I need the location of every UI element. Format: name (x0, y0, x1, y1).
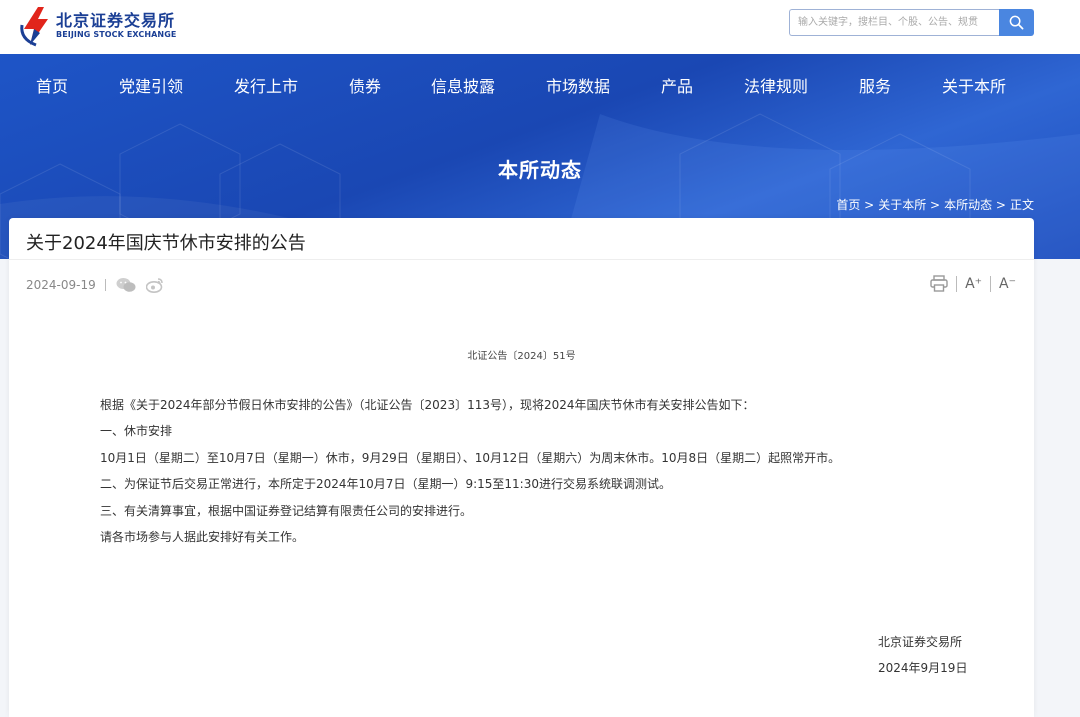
article-paragraph: 请各市场参与人据此安排好有关工作。 (100, 530, 305, 544)
article-paragraph: 10月1日（星期二）至10月7日（星期一）休市，9月29日（星期日）、10月12… (100, 451, 841, 465)
article-title: 关于2024年国庆节休市安排的公告 (26, 233, 306, 254)
article-paragraph: 二、为保证节后交易正常进行，本所定于2024年10月7日（星期一）9:15至11… (100, 477, 671, 491)
breadcrumb-current: 正文 (1009, 198, 1034, 212)
nav-item-bonds[interactable]: 债券 (349, 73, 381, 97)
font-decrease-button[interactable]: A⁻ (999, 276, 1016, 292)
nav-item-about[interactable]: 关于本所 (942, 73, 1006, 97)
signature-date: 2024年9月19日 (878, 661, 968, 675)
site-logo[interactable]: 北京证券交易所 BEIJING STOCK EXCHANGE (18, 4, 218, 48)
wechat-share-icon[interactable] (116, 277, 136, 293)
nav-item-rules[interactable]: 法律规则 (744, 73, 808, 97)
nav-item-party[interactable]: 党建引领 (119, 73, 183, 97)
nav-item-listing[interactable]: 发行上市 (234, 73, 298, 97)
bse-logo-icon (20, 7, 48, 47)
breadcrumb-home[interactable]: 首页 > (836, 196, 874, 213)
logo-english-name: BEIJING STOCK EXCHANGE (56, 30, 177, 39)
logo-chinese-name: 北京证券交易所 (56, 11, 176, 30)
nav-item-disclosure[interactable]: 信息披露 (431, 73, 495, 97)
article-paragraph: 根据《关于2024年部分节假日休市安排的公告》（北证公告〔2023〕113号），… (100, 398, 755, 412)
article-paragraph: 三、有关清算事宜，根据中国证券登记结算有限责任公司的安排进行。 (100, 504, 473, 518)
site-search (789, 9, 1034, 36)
page-title: 本所动态 (498, 158, 582, 182)
article-paragraph: 一、休市安排 (100, 424, 173, 438)
breadcrumb-about[interactable]: 关于本所 > (878, 196, 940, 213)
nav-item-home[interactable]: 首页 (36, 73, 68, 97)
nav-item-products[interactable]: 产品 (661, 73, 693, 97)
breadcrumb: 首页 > 关于本所 > 本所动态 > 正文 (836, 196, 1034, 213)
nav-item-services[interactable]: 服务 (859, 73, 891, 97)
weibo-share-icon[interactable] (145, 277, 164, 293)
tool-divider (990, 275, 992, 292)
meta-divider (104, 279, 106, 291)
article-card: 关于2024年国庆节休市安排的公告 2024-09-19 A⁺ A⁻ 北证公告〔… (9, 218, 1034, 717)
article-tools: A⁺ A⁻ (930, 275, 1016, 292)
font-increase-button[interactable]: A⁺ (965, 276, 982, 292)
document-number: 北证公告〔2024〕51号 (467, 351, 576, 362)
title-divider (9, 259, 1034, 260)
article-date: 2024-09-19 (26, 278, 96, 292)
breadcrumb-news[interactable]: 本所动态 > (944, 196, 1006, 213)
search-icon (1009, 15, 1024, 30)
search-input[interactable] (789, 9, 999, 36)
nav-item-market-data[interactable]: 市场数据 (546, 73, 610, 97)
site-header: 北京证券交易所 BEIJING STOCK EXCHANGE (0, 0, 1080, 54)
main-nav: 首页 党建引领 发行上市 债券 信息披露 市场数据 产品 法律规则 服务 关于本… (0, 54, 1080, 114)
search-button[interactable] (999, 9, 1034, 36)
print-icon[interactable] (930, 275, 948, 292)
tool-divider (956, 275, 958, 292)
signature-organization: 北京证券交易所 (878, 635, 963, 649)
article-meta: 2024-09-19 (26, 277, 164, 293)
